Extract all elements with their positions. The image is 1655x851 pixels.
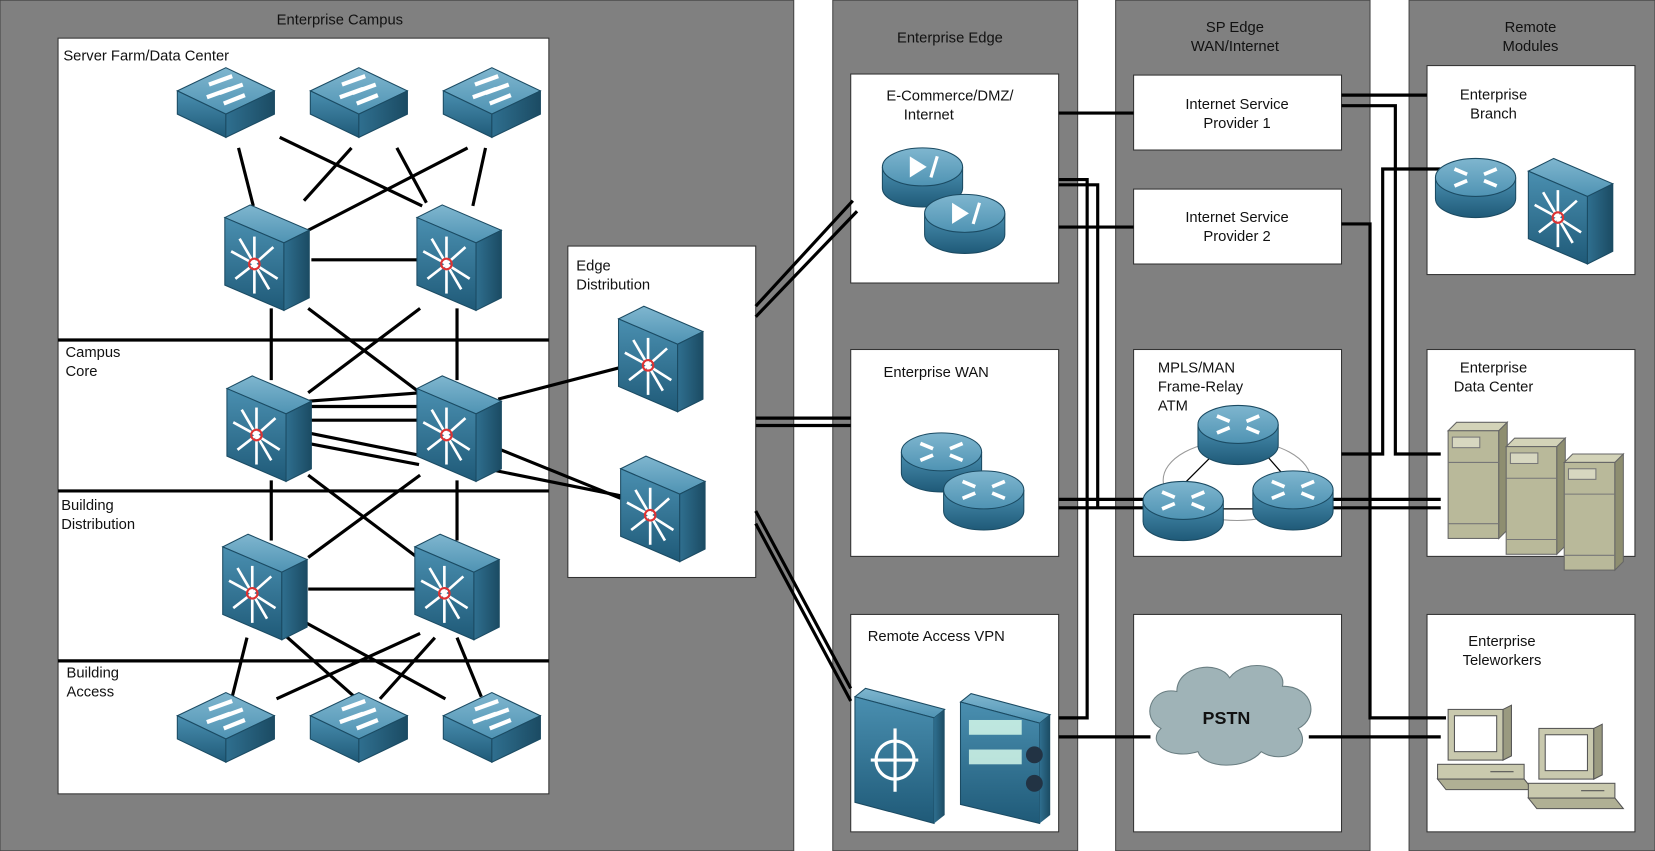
mpls-label-3: ATM xyxy=(1158,399,1188,415)
mpls-label-2: Frame-Relay xyxy=(1158,380,1244,396)
mpls-router-icon xyxy=(1141,479,1226,543)
remote-datacenter-label-2: Data Center xyxy=(1454,380,1534,396)
remote-datacenter-label-1: Enterprise xyxy=(1460,361,1527,377)
campus-core-label-2: Core xyxy=(65,364,97,380)
isp1-label-2: Provider 1 xyxy=(1203,116,1270,132)
branch-router-icon xyxy=(1433,156,1518,220)
building-distribution-label-1: Building xyxy=(61,498,114,514)
pstn-label: PSTN xyxy=(1203,708,1251,728)
edge-distribution-label-1: Edge xyxy=(576,258,611,274)
building-access-label-2: Access xyxy=(66,685,114,701)
sp-edge-title-2: WAN/Internet xyxy=(1191,39,1279,55)
sp-edge-title-1: SP Edge xyxy=(1206,20,1264,36)
router-icon xyxy=(941,469,1026,532)
server-icon xyxy=(1447,421,1508,539)
mpls-router-icon xyxy=(1196,403,1281,467)
server-icon xyxy=(1563,453,1624,571)
enterprise-campus-title: Enterprise Campus xyxy=(277,12,403,28)
isp2-box xyxy=(1133,188,1343,265)
edge-distribution-label-2: Distribution xyxy=(576,277,650,293)
mpls-router-icon xyxy=(1251,469,1335,532)
ecommerce-label-1: E-Commerce/DMZ/ xyxy=(886,88,1014,104)
mpls-label-1: MPLS/MAN xyxy=(1158,361,1235,377)
server-icon xyxy=(1505,437,1566,555)
ecommerce-label-2: Internet xyxy=(904,107,954,123)
vpn-concentrator-icon xyxy=(853,687,946,825)
isp2-label-2: Provider 2 xyxy=(1203,229,1270,245)
enterprise-wan-label: Enterprise WAN xyxy=(884,365,989,381)
building-access-label-1: Building xyxy=(66,666,119,682)
network-diagram: Enterprise Campus Enterprise Edge SP Edg… xyxy=(0,0,1655,851)
branch-label-1: Enterprise xyxy=(1460,87,1527,103)
isp2-label-1: Internet Service xyxy=(1185,210,1288,226)
isp1-label-1: Internet Service xyxy=(1185,97,1288,113)
firewall-icon xyxy=(959,693,1052,825)
teleworkers-label-1: Enterprise xyxy=(1468,634,1535,650)
enterprise-edge-title: Enterprise Edge xyxy=(897,30,1003,46)
campus-core-label-1: Campus xyxy=(65,345,120,361)
remote-modules-title-2: Modules xyxy=(1503,39,1559,55)
building-distribution-label-2: Distribution xyxy=(61,517,135,533)
branch-label-2: Branch xyxy=(1470,106,1517,122)
remote-modules-title-1: Remote xyxy=(1505,20,1557,36)
teleworkers-label-2: Teleworkers xyxy=(1463,653,1542,669)
server-farm-label: Server Farm/Data Center xyxy=(63,48,229,64)
remote-access-vpn-label: Remote Access VPN xyxy=(868,629,1005,645)
content-engine-icon xyxy=(923,192,1007,256)
